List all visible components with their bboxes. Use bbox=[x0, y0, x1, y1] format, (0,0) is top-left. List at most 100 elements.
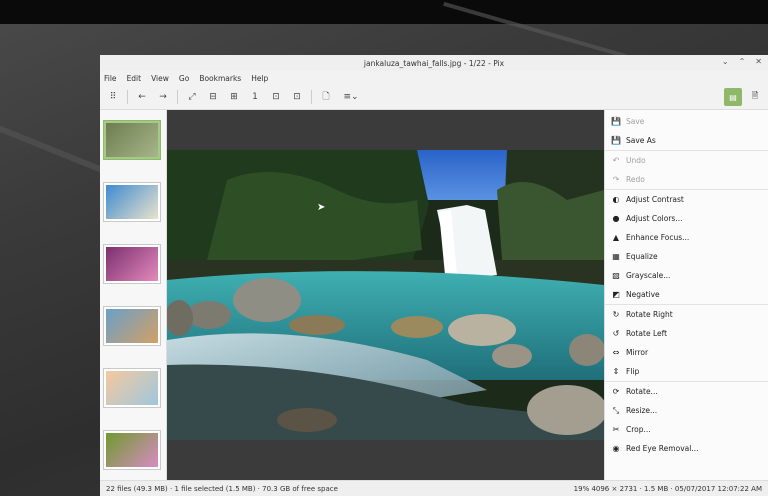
menu-file[interactable]: File bbox=[104, 74, 117, 83]
mirror-icon: ⇔ bbox=[612, 348, 620, 357]
contrast-icon: ◐ bbox=[612, 195, 620, 204]
maximize-icon[interactable]: ⌃ bbox=[739, 57, 746, 66]
image-viewer[interactable]: ➤ bbox=[167, 110, 604, 480]
thumbnail-pink-flowers[interactable] bbox=[103, 244, 161, 284]
menu-item-label: Adjust Colors... bbox=[626, 214, 683, 223]
zoom-height-icon[interactable]: ⊡ bbox=[290, 90, 304, 104]
thumbnail-sunset-sea[interactable] bbox=[103, 368, 161, 408]
menu-item-label: Rotate Right bbox=[626, 310, 673, 319]
menu-item-save-as[interactable]: 💾 Save As bbox=[605, 131, 768, 150]
menu-item-red-eye[interactable]: ◉ Red Eye Removal... bbox=[605, 439, 768, 458]
menu-item-label: Negative bbox=[626, 290, 660, 299]
tools-menu: 💾 Save 💾 Save As ↶ Undo ↷ Redo ◐ Adjust Contrast ●… bbox=[604, 110, 768, 480]
menu-item-label: Enhance Focus... bbox=[626, 233, 690, 242]
menu-item-label: Save As bbox=[626, 136, 656, 145]
menu-item-label: Equalize bbox=[626, 252, 658, 261]
thumbnail-image bbox=[106, 309, 158, 343]
thumbnail-house-tree[interactable] bbox=[103, 306, 161, 346]
undo-icon: ↶ bbox=[612, 156, 620, 165]
menu-item-save[interactable]: 💾 Save bbox=[605, 112, 768, 131]
screen-top-bar bbox=[0, 0, 768, 24]
menu-item-mirror[interactable]: ⇔ Mirror bbox=[605, 343, 768, 362]
zoom-width-icon[interactable]: ⊡ bbox=[269, 90, 283, 104]
toolbar-right-group: ▤ 🗎 bbox=[724, 88, 764, 106]
menu-item-resize[interactable]: ⤡ Resize... bbox=[605, 401, 768, 420]
menu-go[interactable]: Go bbox=[179, 74, 189, 83]
menu-help[interactable]: Help bbox=[251, 74, 268, 83]
close-icon[interactable]: ✕ bbox=[755, 57, 762, 66]
waterfall-photo-art bbox=[167, 150, 604, 440]
menu-item-label: Red Eye Removal... bbox=[626, 444, 699, 453]
thumbnail-waterfall[interactable] bbox=[103, 120, 161, 160]
browser-icon[interactable]: ⠿ bbox=[106, 90, 120, 104]
menu-item-undo[interactable]: ↶ Undo bbox=[605, 151, 768, 170]
menu-item-rotate-left[interactable]: ↺ Rotate Left bbox=[605, 324, 768, 343]
thumbnail-image bbox=[106, 433, 158, 467]
save-as-icon: 💾 bbox=[611, 136, 621, 145]
main-content: ➤ 💾 Save 💾 Save As ↶ Undo ↷ Redo ◐ Adjust Contras… bbox=[100, 110, 768, 480]
status-right: 19% 4096 × 2731 · 1.5 MB · 05/07/2017 12… bbox=[573, 484, 762, 493]
menu-icon[interactable]: ≡⌄ bbox=[340, 90, 362, 104]
thumbnail-image bbox=[106, 123, 158, 157]
mouse-cursor-icon: ➤ bbox=[317, 202, 326, 213]
menu-item-label: Save bbox=[626, 117, 645, 126]
menu-item-label: Crop... bbox=[626, 425, 651, 434]
rotate-icon: ⟳ bbox=[612, 387, 620, 396]
toolbar-separator bbox=[177, 90, 178, 104]
menu-edit[interactable]: Edit bbox=[127, 74, 142, 83]
rotate-right-icon: ↻ bbox=[612, 310, 620, 319]
thumbnail-image bbox=[106, 185, 158, 219]
menu-item-flip[interactable]: ⇕ Flip bbox=[605, 362, 768, 381]
menu-item-label: Resize... bbox=[626, 406, 658, 415]
status-left: 22 files (49.3 MB) · 1 file selected (1.… bbox=[106, 484, 338, 493]
menu-view[interactable]: View bbox=[151, 74, 169, 83]
fullscreen-icon[interactable]: ⤢ bbox=[185, 90, 199, 104]
photo-waterfall: ➤ bbox=[167, 150, 604, 440]
menu-bookmarks[interactable]: Bookmarks bbox=[199, 74, 241, 83]
toolbar-separator bbox=[127, 90, 128, 104]
minimize-icon[interactable]: ⌄ bbox=[722, 57, 729, 66]
menu-item-negative[interactable]: ◩ Negative bbox=[605, 285, 768, 304]
forward-icon[interactable]: → bbox=[156, 90, 170, 104]
crop-icon: ✂ bbox=[612, 425, 620, 434]
thumbnail-image bbox=[106, 371, 158, 405]
menu-item-colors[interactable]: ● Adjust Colors... bbox=[605, 209, 768, 228]
save-icon: 💾 bbox=[611, 117, 621, 126]
rotate-left-icon: ↺ bbox=[612, 329, 620, 338]
thumbnail-flower-green[interactable] bbox=[103, 430, 161, 470]
redo-icon: ↷ bbox=[612, 175, 620, 184]
grayscale-icon: ▧ bbox=[612, 271, 620, 280]
info-toggle-icon[interactable]: 🗎 bbox=[746, 88, 764, 106]
menu-item-grayscale[interactable]: ▧ Grayscale... bbox=[605, 266, 768, 285]
menu-item-rotate-right[interactable]: ↻ Rotate Right bbox=[605, 305, 768, 324]
menu-bar: File Edit View Go Bookmarks Help bbox=[100, 71, 768, 85]
menu-item-label: Mirror bbox=[626, 348, 649, 357]
menu-item-rotate[interactable]: ⟳ Rotate... bbox=[605, 382, 768, 401]
menu-item-label: Rotate... bbox=[626, 387, 658, 396]
menu-item-focus[interactable]: ▲ Enhance Focus... bbox=[605, 228, 768, 247]
pix-window: jankaluza_tawhai_falls.jpg - 1/22 - Pix … bbox=[100, 55, 768, 496]
thumbnail-strip[interactable] bbox=[100, 110, 167, 480]
red-eye-icon: ◉ bbox=[612, 444, 620, 453]
menu-item-label: Rotate Left bbox=[626, 329, 668, 338]
menu-item-label: Grayscale... bbox=[626, 271, 671, 280]
zoom-actual-icon[interactable]: 1 bbox=[248, 90, 262, 104]
menu-item-contrast[interactable]: ◐ Adjust Contrast bbox=[605, 190, 768, 209]
thumbnail-beach[interactable] bbox=[103, 182, 161, 222]
negative-icon: ◩ bbox=[612, 290, 620, 299]
title-bar[interactable]: jankaluza_tawhai_falls.jpg - 1/22 - Pix … bbox=[100, 55, 768, 71]
menu-item-label: Undo bbox=[626, 156, 646, 165]
menu-item-crop[interactable]: ✂ Crop... bbox=[605, 420, 768, 439]
menu-item-equalize[interactable]: ▦ Equalize bbox=[605, 247, 768, 266]
properties-icon[interactable]: 🗋 bbox=[319, 90, 333, 104]
back-icon[interactable]: ← bbox=[135, 90, 149, 104]
menu-item-label: Flip bbox=[626, 367, 640, 376]
focus-icon: ▲ bbox=[612, 233, 620, 242]
menu-item-redo[interactable]: ↷ Redo bbox=[605, 170, 768, 189]
sidebar-toggle-icon[interactable]: ▤ bbox=[724, 88, 742, 106]
flip-icon: ⇕ bbox=[612, 367, 620, 376]
zoom-in-icon[interactable]: ⊞ bbox=[227, 90, 241, 104]
zoom-fit-icon[interactable]: ⊟ bbox=[206, 90, 220, 104]
colors-icon: ● bbox=[612, 214, 620, 223]
menu-item-label: Redo bbox=[626, 175, 645, 184]
